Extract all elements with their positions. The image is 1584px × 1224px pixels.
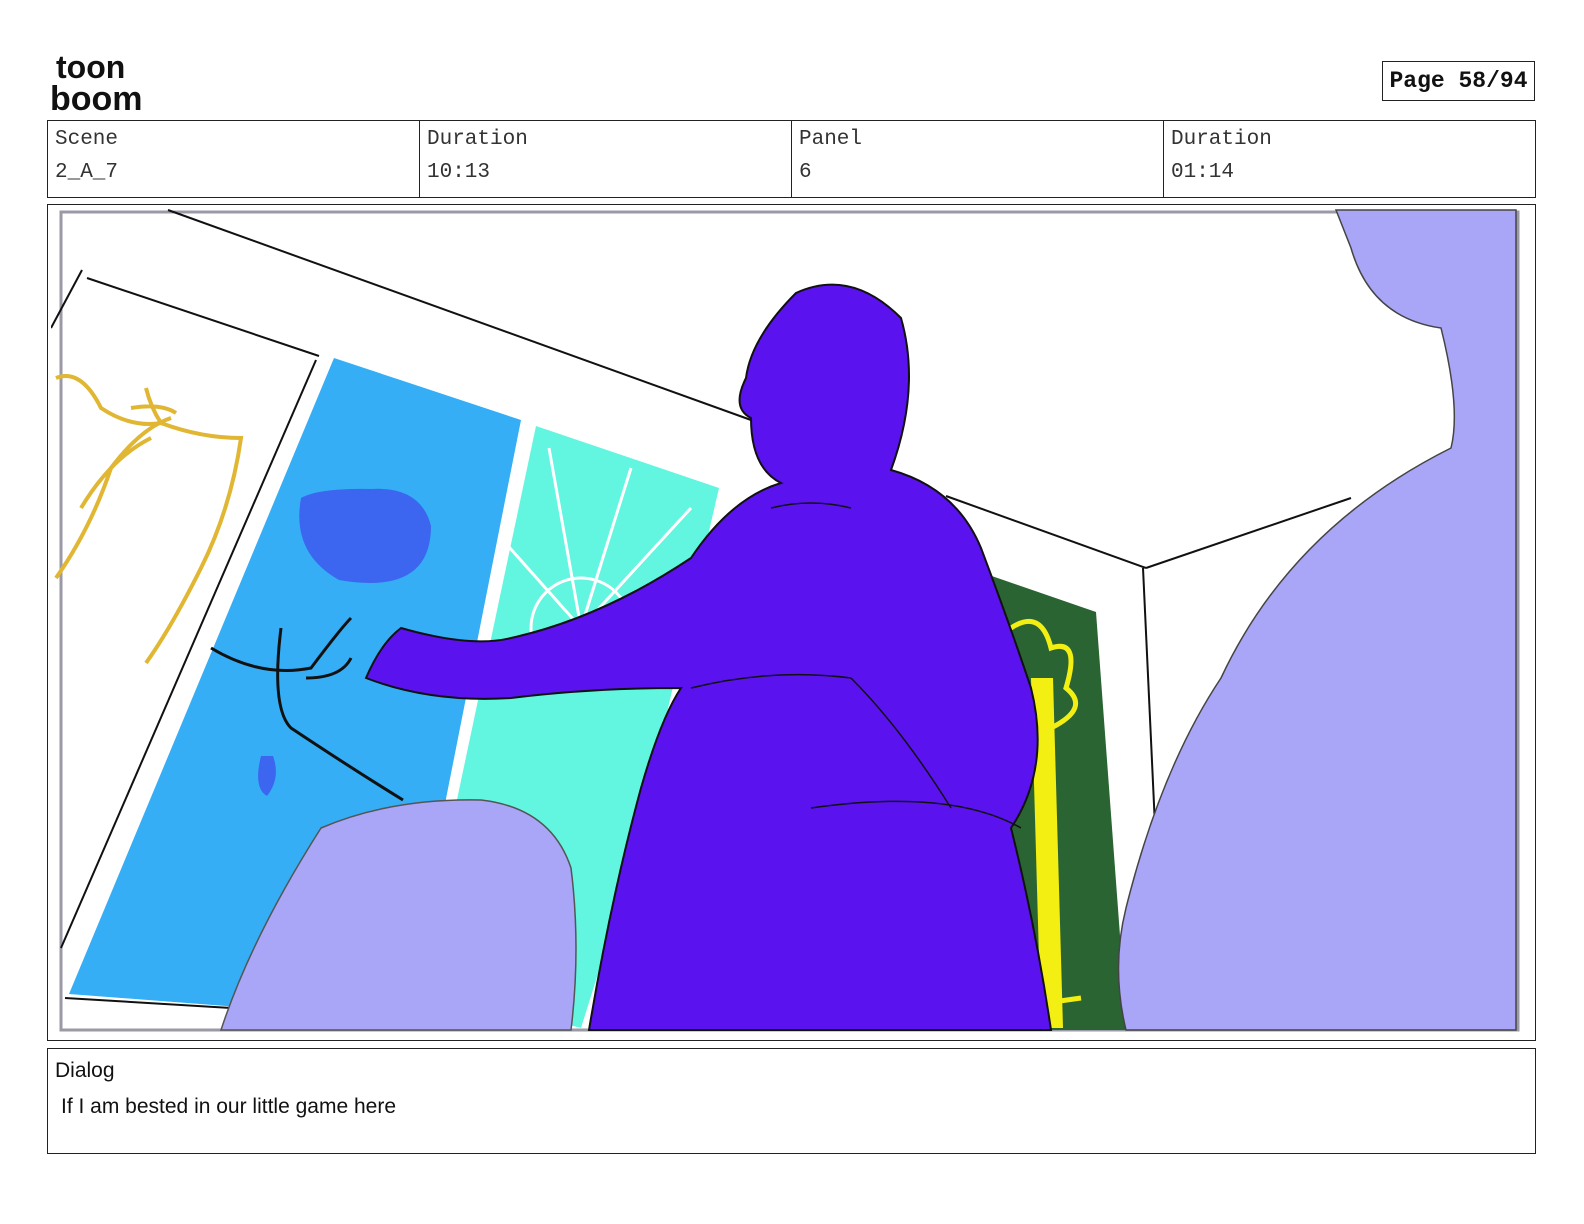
panel-drawing (51, 208, 1532, 1037)
page-indicator: Page 58/94 (1382, 61, 1535, 101)
storyboard-panel (47, 204, 1536, 1041)
scene-cell: Scene 2_A_7 (48, 121, 420, 197)
toon-boom-logo: toon boom (50, 50, 143, 114)
scene-info-table: Scene 2_A_7 Duration 10:13 Panel 6 Durat… (47, 120, 1536, 198)
dialog-text: If I am bested in our little game here (61, 1095, 397, 1118)
scene-duration-value: 10:13 (427, 161, 491, 184)
panel-duration-label: Duration (1171, 128, 1272, 151)
panel-label: Panel (799, 128, 863, 151)
scene-duration-label: Duration (427, 128, 528, 151)
logo-line2: boom (50, 80, 143, 114)
panel-value: 6 (799, 161, 812, 184)
scene-duration-cell: Duration 10:13 (420, 121, 792, 197)
scene-value: 2_A_7 (55, 161, 119, 184)
dialog-box: Dialog If I am bested in our little game… (47, 1048, 1536, 1154)
panel-duration-value: 01:14 (1171, 161, 1235, 184)
scene-label: Scene (55, 128, 119, 151)
panel-duration-cell: Duration 01:14 (1164, 121, 1535, 197)
panel-cell: Panel 6 (792, 121, 1164, 197)
dialog-label: Dialog (55, 1059, 115, 1082)
